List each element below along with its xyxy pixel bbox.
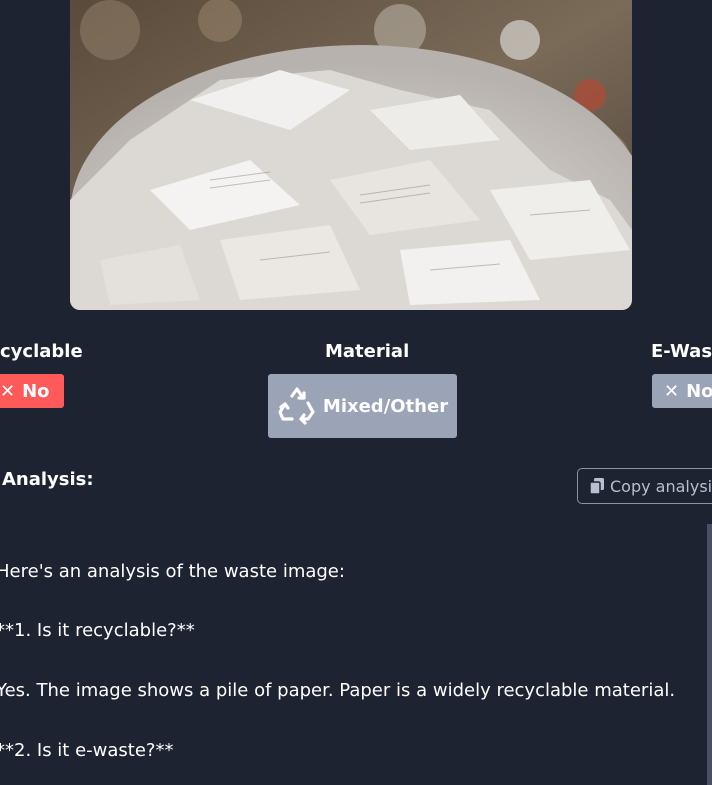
waste-analysis-page: cyclable ✕ No Material Mixed/Other E-Was… [0, 0, 712, 785]
analysis-paragraph: Here's an analysis of the waste image: [0, 561, 345, 582]
analysis-heading: Analysis: [2, 469, 94, 490]
material-label: Material [325, 341, 410, 362]
analysis-paragraph: **2. Is it e-waste?** [0, 740, 174, 761]
analysis-paragraph: **1. Is it recyclable?** [0, 620, 195, 641]
recyclable-label: cyclable [0, 341, 83, 362]
recyclable-value: No [22, 380, 50, 402]
x-icon: ✕ [0, 380, 16, 402]
paper-pile-image [70, 0, 632, 310]
material-value: Mixed/Other [322, 395, 449, 417]
copy-analysis-label: Copy analysis [610, 476, 712, 496]
ewaste-label: E-Wast [651, 341, 712, 362]
ewaste-value: No [686, 380, 712, 402]
copy-analysis-button[interactable]: Copy analysis [577, 468, 712, 504]
x-icon: ✕ [664, 380, 680, 402]
recyclable-badge: ✕ No [0, 374, 64, 408]
material-badge: Mixed/Other [268, 374, 457, 438]
scrollbar[interactable] [707, 524, 712, 785]
copy-icon [589, 478, 604, 495]
ewaste-badge: ✕ No [652, 374, 712, 408]
analysis-paragraph: Yes. The image shows a pile of paper. Pa… [0, 680, 676, 701]
recycle-icon [278, 387, 315, 425]
waste-photo [70, 0, 632, 310]
